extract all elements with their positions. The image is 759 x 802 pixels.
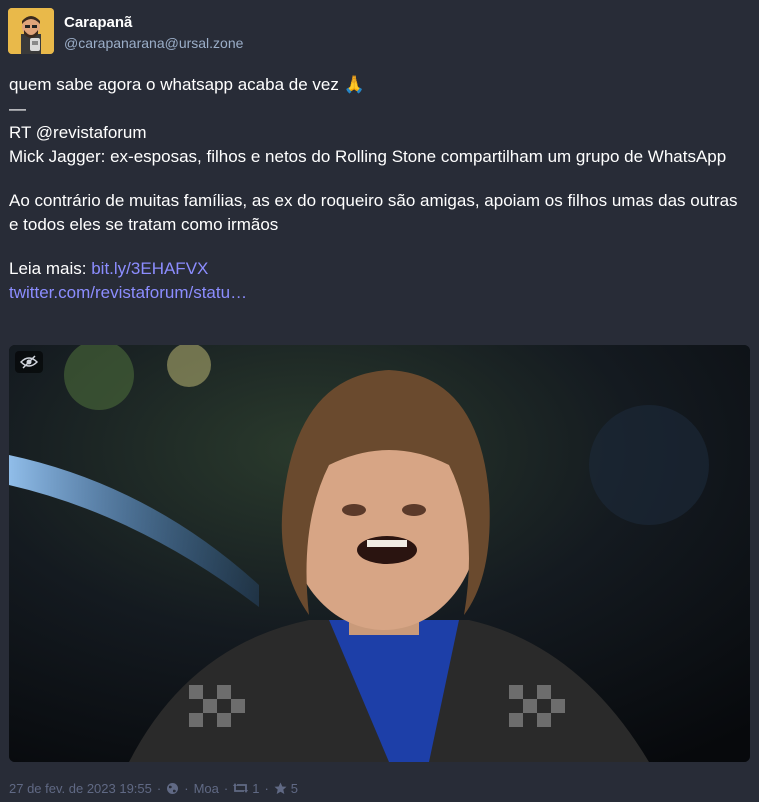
- post-body: Ao contrário de muitas famílias, as ex d…: [9, 191, 738, 234]
- status-header: Carapanã @carapanarana@ursal.zone: [8, 8, 243, 56]
- retweet-attribution: RT @revistaforum: [9, 123, 147, 142]
- status-content: quem sabe agora o whatsapp acaba de vez …: [9, 73, 744, 325]
- twitter-link[interactable]: twitter.com/revistaforum/statu…: [9, 283, 247, 302]
- media-attachment[interactable]: [9, 345, 750, 762]
- boost-count: 1: [252, 780, 260, 796]
- avatar[interactable]: [8, 8, 54, 54]
- globe-icon: [167, 782, 179, 794]
- star-icon[interactable]: [274, 782, 287, 795]
- separator: ·: [156, 780, 162, 796]
- separator: ·: [184, 780, 189, 796]
- display-name[interactable]: Carapanã: [64, 14, 243, 32]
- photo-illustration: [9, 345, 750, 762]
- separator: ·: [223, 780, 229, 796]
- retweet-icon[interactable]: [233, 782, 249, 794]
- hide-media-button[interactable]: [15, 351, 43, 373]
- short-link[interactable]: bit.ly/3EHAFVX: [91, 259, 208, 278]
- account-handle[interactable]: @carapanarana@ursal.zone: [64, 32, 243, 54]
- application-name[interactable]: Moa: [194, 781, 219, 796]
- separator: ·: [264, 780, 269, 796]
- timestamp-link[interactable]: 27 de fev. de 2023 19:55: [9, 781, 152, 796]
- eye-slash-icon: [20, 355, 38, 369]
- post-line-1: quem sabe agora o whatsapp acaba de vez: [9, 75, 339, 94]
- post-headline: Mick Jagger: ex-esposas, filhos e netos …: [9, 147, 727, 166]
- avatar-illustration: [8, 8, 54, 54]
- status-footer: 27 de fev. de 2023 19:55 · · Moa · 1 · 5: [9, 779, 298, 797]
- post-divider: —: [9, 99, 26, 118]
- praying-hands-emoji: 🙏: [343, 75, 365, 95]
- read-more-label: Leia mais:: [9, 259, 87, 278]
- favourite-count: 5: [290, 780, 299, 796]
